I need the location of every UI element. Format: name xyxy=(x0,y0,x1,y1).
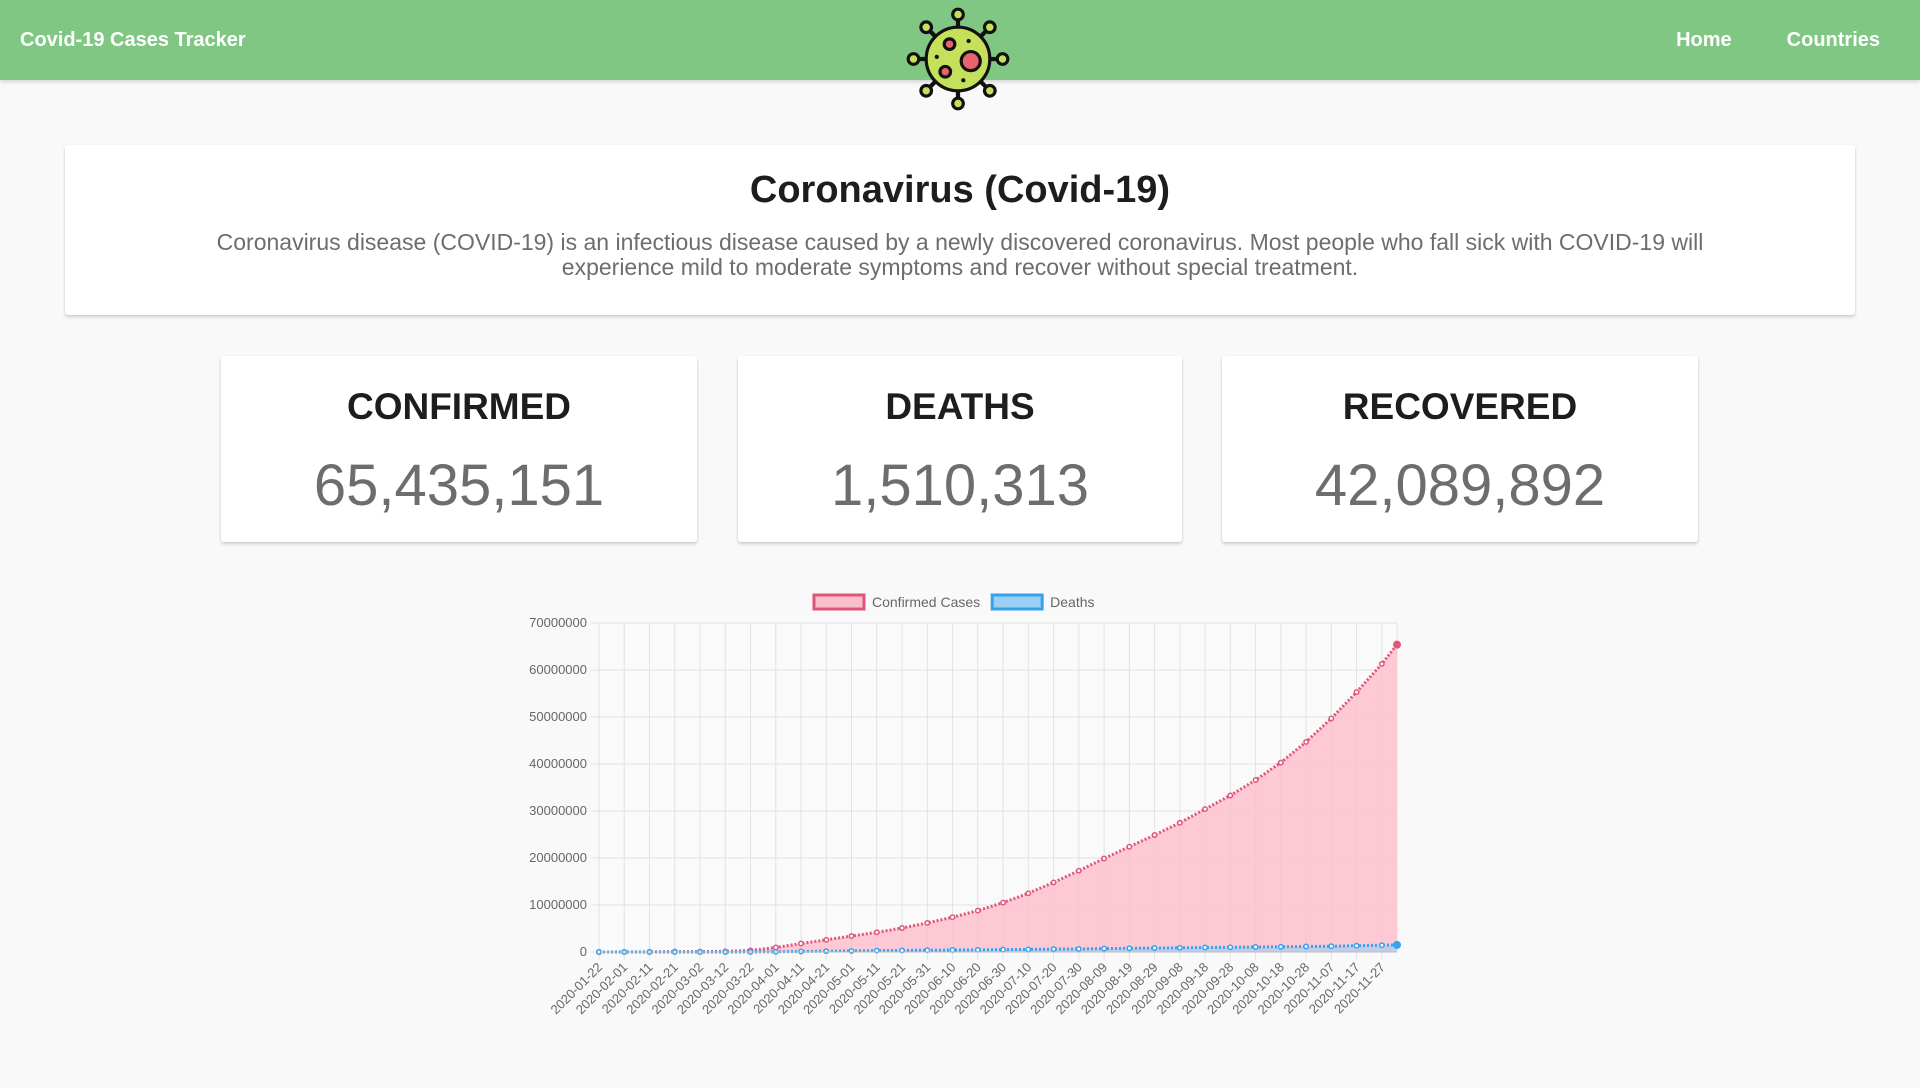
y-tick-label: 60000000 xyxy=(529,662,587,677)
deaths-card: DEATHS 1,510,313 xyxy=(738,356,1182,542)
deaths-value: 1,510,313 xyxy=(830,453,1090,518)
y-tick-label: 50000000 xyxy=(529,709,587,724)
deaths-point xyxy=(1252,944,1259,950)
deaths-point xyxy=(1025,946,1032,953)
legend-deaths-label: Deaths xyxy=(1050,594,1094,610)
deaths-point xyxy=(1151,945,1158,951)
confirmed-point xyxy=(1353,689,1360,696)
confirmed-point xyxy=(1025,890,1032,897)
deaths-point xyxy=(1303,943,1310,950)
y-tick-label: 20000000 xyxy=(529,850,587,865)
confirmed-point xyxy=(924,919,931,926)
confirmed-point xyxy=(974,907,981,914)
deaths-point xyxy=(1176,944,1183,951)
deaths-point xyxy=(1126,945,1133,952)
confirmed-point xyxy=(1000,899,1007,906)
y-tick-label: 10000000 xyxy=(529,897,587,912)
confirmed-point xyxy=(1101,855,1108,862)
confirmed-end-point xyxy=(1393,640,1401,649)
legend-confirmed-label: Confirmed Cases xyxy=(872,594,980,610)
confirmed-card: CONFIRMED 65,435,151 xyxy=(221,356,697,542)
confirmed-point xyxy=(1252,777,1259,783)
deaths-point xyxy=(974,946,981,953)
intro-description: Coronavirus disease (COVID-19) is an inf… xyxy=(216,229,1704,280)
confirmed-point xyxy=(1303,738,1310,745)
confirmed-point xyxy=(1277,759,1284,766)
nav-links: Home Countries xyxy=(1676,0,1880,80)
confirmed-point xyxy=(949,914,956,921)
deaths-point xyxy=(1378,942,1385,949)
nav-home-link[interactable]: Home xyxy=(1676,0,1732,80)
confirmed-value: 65,435,151 xyxy=(313,453,605,518)
intro-card: Coronavirus (Covid-19) Coronavirus disea… xyxy=(65,145,1855,315)
deaths-point xyxy=(1328,943,1335,950)
deaths-end-point xyxy=(1393,940,1401,949)
confirmed-point xyxy=(1075,867,1082,874)
cases-chart: 0 10000000 20000000 30000000 40000000 5000000… xyxy=(500,585,1420,1045)
recovered-value: 42,089,892 xyxy=(1314,453,1606,518)
y-tick-label: 0 xyxy=(580,944,587,959)
confirmed-point xyxy=(1328,715,1335,722)
deaths-point xyxy=(1000,946,1007,953)
recovered-label: RECOVERED xyxy=(1342,386,1578,427)
deaths-point xyxy=(823,948,830,955)
brand-link[interactable]: Covid-19 Cases Tracker xyxy=(20,0,246,80)
deaths-point xyxy=(1075,945,1082,952)
y-tick-label: 40000000 xyxy=(529,756,587,771)
deaths-point xyxy=(1353,942,1360,949)
recovered-card: RECOVERED 42,089,892 xyxy=(1222,356,1698,542)
confirmed-point xyxy=(823,936,830,943)
deaths-point xyxy=(1227,944,1234,951)
confirmed-point xyxy=(1050,879,1057,886)
virus-icon xyxy=(906,7,1010,111)
deaths-point xyxy=(1277,943,1284,950)
deaths-point xyxy=(1101,945,1108,952)
legend-confirmed-swatch xyxy=(812,593,866,611)
confirmed-point xyxy=(1176,819,1183,826)
confirmed-point xyxy=(899,925,905,931)
deaths-label: DEATHS xyxy=(885,386,1035,427)
confirmed-point xyxy=(1378,660,1385,667)
deaths-point xyxy=(1050,946,1057,953)
y-tick-label: 70000000 xyxy=(529,615,587,630)
confirmed-point xyxy=(798,940,804,947)
confirmed-point xyxy=(1151,832,1158,838)
confirmed-point xyxy=(1126,843,1133,850)
legend-deaths-swatch xyxy=(990,593,1044,611)
page-title: Coronavirus (Covid-19) xyxy=(749,169,1171,211)
confirmed-point xyxy=(1202,806,1209,813)
nav-countries-link[interactable]: Countries xyxy=(1787,0,1880,80)
confirmed-label: CONFIRMED xyxy=(346,386,572,427)
deaths-point xyxy=(1202,944,1209,951)
y-tick-label: 30000000 xyxy=(529,803,587,818)
confirmed-point xyxy=(848,933,855,939)
confirmed-point xyxy=(1227,792,1234,799)
confirmed-point xyxy=(873,929,880,936)
cases-chart-svg: 0 10000000 20000000 30000000 40000000 5000000… xyxy=(529,593,1401,1017)
